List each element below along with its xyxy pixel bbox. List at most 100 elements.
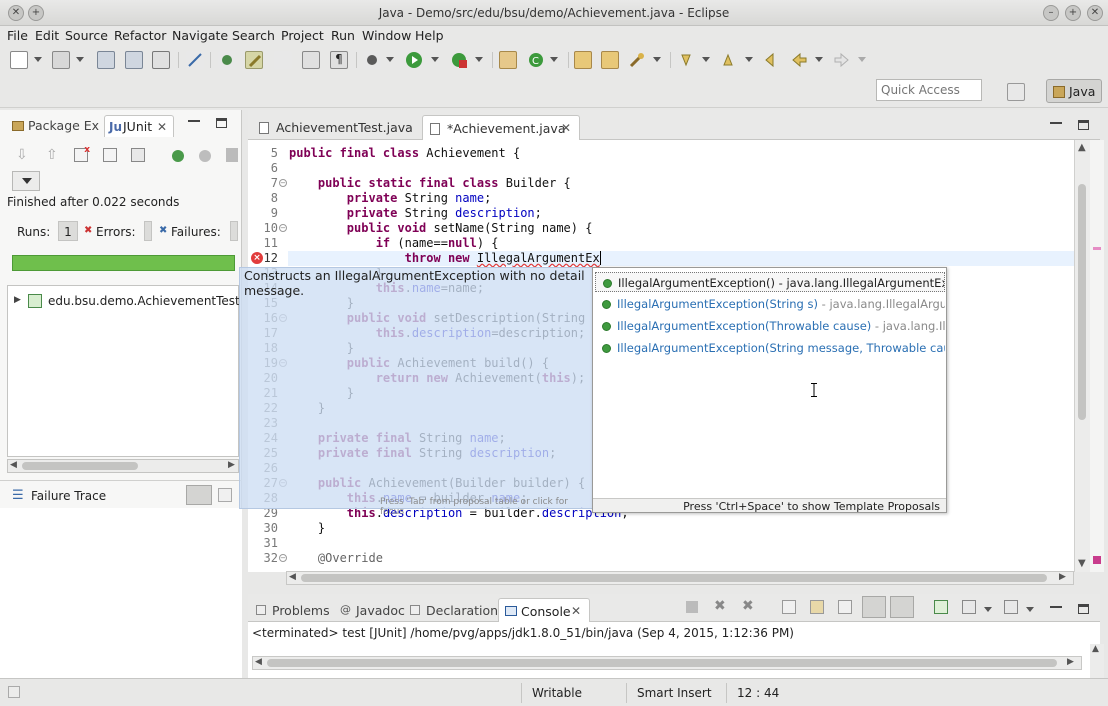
external-tools-icon[interactable] bbox=[450, 51, 468, 69]
previous-annotation-icon[interactable] bbox=[719, 51, 737, 69]
minimize-console-icon[interactable] bbox=[1050, 606, 1062, 608]
overview-ruler[interactable] bbox=[1090, 140, 1104, 572]
forward-icon[interactable] bbox=[833, 51, 851, 69]
last-edit-location-icon[interactable] bbox=[763, 51, 781, 69]
save-all-icon[interactable] bbox=[125, 51, 143, 69]
back-dropdown-icon[interactable] bbox=[815, 57, 823, 62]
open-perspective-icon[interactable] bbox=[1007, 83, 1025, 101]
filter-stack-trace-button[interactable] bbox=[186, 485, 212, 505]
tab-console[interactable]: Console ✕ bbox=[498, 598, 590, 622]
compare-result-icon[interactable] bbox=[218, 488, 232, 502]
new-java-class-icon[interactable]: C bbox=[527, 51, 545, 69]
external-tools-dropdown-icon[interactable] bbox=[475, 57, 483, 62]
run-icon[interactable] bbox=[405, 51, 423, 69]
proposal-item[interactable]: IllegalArgumentException(String message,… bbox=[595, 338, 945, 358]
scroll-left-icon[interactable]: ◀ bbox=[289, 572, 296, 582]
tree-horizontal-scrollbar[interactable]: ◀ ▶ bbox=[7, 459, 239, 473]
proposal-item[interactable]: IllegalArgumentException(Throwable cause… bbox=[595, 316, 945, 336]
block-selection-icon[interactable] bbox=[302, 51, 320, 69]
console-horizontal-scrollbar[interactable]: ◀ ▶ bbox=[252, 656, 1082, 670]
previous-failure-icon[interactable]: ⇧ bbox=[46, 147, 62, 163]
word-wrap-icon[interactable] bbox=[838, 600, 852, 614]
scroll-left-icon[interactable]: ◀ bbox=[10, 460, 17, 470]
tab-package-explorer[interactable]: Package Ex bbox=[8, 115, 102, 137]
tree-scroll-thumb[interactable] bbox=[22, 462, 138, 470]
tab-javadoc[interactable]: @ Javadoc bbox=[334, 598, 414, 622]
fold-toggle-icon[interactable]: − bbox=[279, 179, 287, 187]
editor-vertical-scrollbar[interactable]: ▲ ▼ bbox=[1074, 140, 1090, 572]
console-vertical-scrollbar[interactable]: ▲ bbox=[1090, 644, 1104, 678]
menu-navigate[interactable]: Navigate bbox=[172, 28, 228, 43]
debug-dropdown-icon[interactable] bbox=[386, 57, 394, 62]
scroll-right-icon[interactable]: ▶ bbox=[1067, 657, 1074, 667]
scroll-right-icon[interactable]: ▶ bbox=[228, 460, 235, 470]
rerun-failed-first-icon[interactable] bbox=[197, 148, 211, 162]
minimize-window-button-right[interactable]: – bbox=[1043, 5, 1059, 21]
overview-marker[interactable] bbox=[1093, 247, 1101, 250]
new-project-icon[interactable] bbox=[52, 51, 70, 69]
close-console-tab-icon[interactable]: ✕ bbox=[571, 604, 581, 618]
next-failure-icon[interactable]: ⇩ bbox=[16, 147, 32, 163]
remove-all-launches-icon[interactable]: ✖ bbox=[742, 598, 754, 614]
console-view[interactable]: <terminated> test [JUnit] /home/pvg/apps… bbox=[248, 622, 1100, 678]
tree-expand-icon[interactable]: ▶ bbox=[14, 295, 21, 305]
new-icon[interactable] bbox=[10, 51, 28, 69]
maximize-editor-icon[interactable] bbox=[1078, 120, 1089, 130]
new-dropdown-icon[interactable] bbox=[34, 57, 42, 62]
code-line[interactable]: public static final class Builder { bbox=[289, 176, 571, 190]
editor-horizontal-scrollbar[interactable]: ◀ ▶ bbox=[286, 571, 1074, 585]
menu-refactor[interactable]: Refactor bbox=[114, 28, 166, 43]
code-line[interactable]: public final class Achievement { bbox=[289, 146, 520, 160]
tab-achievement[interactable]: *Achievement.java ✕ bbox=[422, 115, 580, 140]
scroll-right-icon[interactable]: ▶ bbox=[1059, 572, 1066, 582]
overview-error-marker[interactable] bbox=[1093, 556, 1101, 564]
show-on-error-button[interactable] bbox=[890, 596, 914, 618]
open-console-icon[interactable] bbox=[1004, 600, 1018, 614]
save-icon[interactable] bbox=[97, 51, 115, 69]
open-type-icon[interactable] bbox=[218, 51, 236, 69]
maximize-view-icon[interactable] bbox=[216, 118, 227, 128]
error-marker-icon[interactable]: × bbox=[251, 252, 263, 264]
code-line[interactable]: private String description; bbox=[289, 206, 542, 220]
scroll-up-icon[interactable]: ▲ bbox=[1092, 644, 1099, 654]
menu-window[interactable]: Window bbox=[362, 28, 411, 43]
show-failures-only-icon[interactable]: x bbox=[74, 145, 90, 162]
unresolved-identifier[interactable]: IllegalArgumentEx bbox=[477, 251, 600, 265]
terminate-icon[interactable] bbox=[686, 601, 698, 613]
scroll-down-icon[interactable]: ▼ bbox=[1078, 558, 1086, 569]
console-hscroll-thumb[interactable] bbox=[267, 659, 1057, 667]
editor-hscroll-thumb[interactable] bbox=[301, 574, 1047, 582]
debug-icon[interactable] bbox=[363, 51, 381, 69]
tree-item[interactable]: ▶ edu.bsu.demo.AchievementTest [ bbox=[12, 293, 242, 311]
fold-toggle-icon[interactable]: − bbox=[279, 224, 287, 232]
display-console-dropdown-icon[interactable] bbox=[984, 607, 992, 612]
back-icon[interactable] bbox=[790, 51, 808, 69]
close-window-button-right[interactable]: ✕ bbox=[1087, 5, 1103, 21]
open-console-dropdown-icon[interactable] bbox=[1026, 607, 1034, 612]
test-tree[interactable]: ▶ edu.bsu.demo.AchievementTest [ bbox=[7, 285, 242, 457]
code-line[interactable]: } bbox=[289, 521, 325, 535]
scroll-lock-console-icon[interactable] bbox=[810, 600, 824, 614]
minimize-view-icon[interactable] bbox=[188, 120, 200, 122]
menu-search[interactable]: Search bbox=[232, 28, 275, 43]
fast-view-icon[interactable] bbox=[8, 686, 20, 698]
print-icon[interactable] bbox=[152, 51, 170, 69]
clear-console-icon[interactable] bbox=[782, 600, 796, 614]
tab-junit[interactable]: Ju JUnit ✕ bbox=[104, 115, 174, 137]
tab-achievement-test[interactable]: AchievementTest.java bbox=[252, 115, 420, 140]
view-menu-button[interactable] bbox=[12, 171, 40, 191]
proposal-item[interactable]: IllegalArgumentException(String s) - jav… bbox=[595, 294, 945, 314]
forward-dropdown-icon[interactable] bbox=[858, 57, 866, 62]
search-dropdown-icon[interactable] bbox=[653, 57, 661, 62]
remove-launch-icon[interactable]: ✖ bbox=[714, 598, 726, 614]
close-junit-tab-icon[interactable]: ✕ bbox=[157, 120, 167, 134]
project-dropdown-icon[interactable] bbox=[76, 57, 84, 62]
code-line[interactable]: public void setName(String name) { bbox=[289, 221, 593, 235]
proposal-item[interactable]: IllegalArgumentException() - java.lang.I… bbox=[595, 272, 945, 292]
stop-test-icon[interactable] bbox=[226, 148, 238, 162]
code-line[interactable]: private String name; bbox=[289, 191, 492, 205]
menu-file[interactable]: File bbox=[7, 28, 28, 43]
scroll-up-icon[interactable]: ▲ bbox=[1078, 142, 1086, 153]
open-task-icon[interactable] bbox=[601, 51, 619, 69]
quick-access-input[interactable] bbox=[876, 79, 982, 101]
